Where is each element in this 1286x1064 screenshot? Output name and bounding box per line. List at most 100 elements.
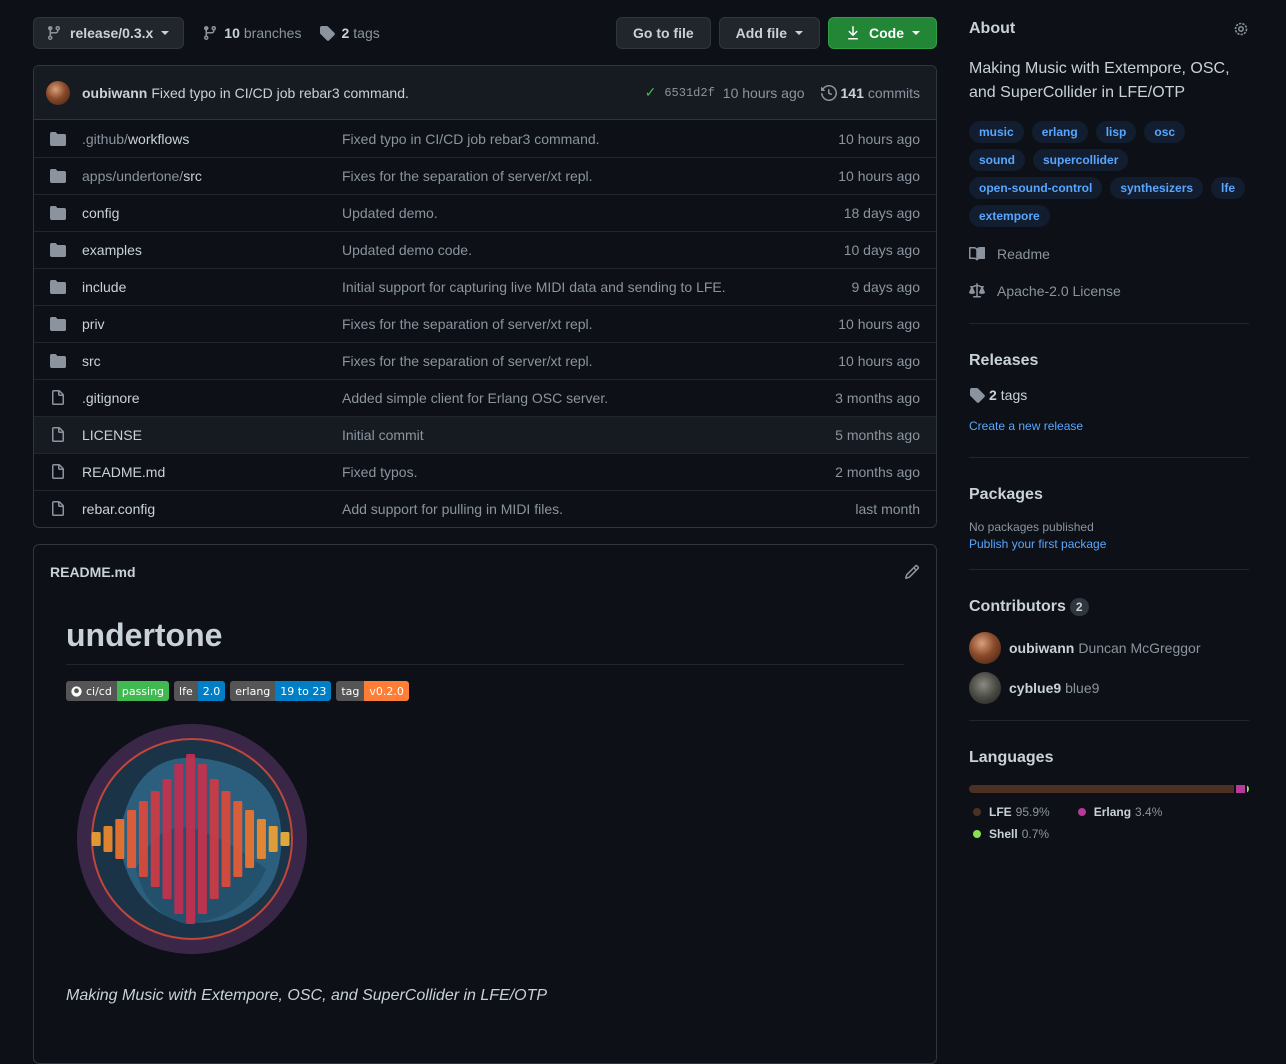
badge-value: 19 to 23 [275,681,332,701]
readme-title: undertone [66,599,904,665]
no-packages-text: No packages published [969,520,1094,534]
file-name-link[interactable]: examples [82,242,342,258]
branch-select-button[interactable]: release/0.3.x [33,17,185,49]
file-name: workflows [127,130,190,147]
status-badge[interactable]: tag v0.2.0 [336,681,409,701]
add-file-button[interactable]: Add file [718,17,820,49]
contributor-item[interactable]: cyblue9 blue9 [969,672,1249,704]
topic-tag[interactable]: synthesizers [1110,177,1204,199]
file-age: 10 hours ago [838,130,920,147]
gear-icon[interactable] [1233,21,1249,37]
readme-link[interactable]: Readme [969,243,1249,264]
language-bar-segment[interactable] [1235,785,1246,793]
language-item[interactable]: LFE 95.9% [969,801,1050,823]
file-row[interactable]: include Initial support for capturing liv… [34,268,936,305]
readme-tagline: Making Music with Extempore, OSC, and Su… [66,987,548,1004]
file-name-link[interactable]: include [82,279,342,295]
branches-link[interactable]: 10 branches [202,25,301,41]
file-row[interactable]: rebar.config Add support for pulling in M… [34,490,936,527]
commit-message[interactable]: Fixed typo in CI/CD job rebar3 command. [151,85,409,101]
folder-icon [50,206,66,220]
topic-tag[interactable]: lfe [1211,177,1246,199]
pencil-icon[interactable] [904,564,920,580]
commits-link[interactable]: 141 commits [820,85,920,101]
license-link[interactable]: Apache-2.0 License [969,280,1249,301]
file-row[interactable]: examples Updated demo code. 10 days ago [34,231,936,268]
status-badge[interactable]: lfe 2.0 [174,681,226,701]
badge-label: erlang [230,681,276,701]
language-bar-segment[interactable] [1247,785,1249,793]
file-name-link[interactable]: rebar.config [82,501,342,517]
tags-link[interactable]: 2 tags [319,25,380,41]
folder-icon [50,131,66,146]
contributor-login[interactable]: oubiwann [1009,640,1074,656]
file-name-link[interactable]: README.md [82,464,342,480]
file-commit-message[interactable]: Fixes for the separation of server/xt re… [342,168,800,184]
code-button[interactable]: Code [828,17,937,49]
code-label: Code [869,25,904,41]
publish-package-link[interactable]: Publish your first package [969,537,1249,551]
topic-tag[interactable]: open-sound-control [969,177,1103,199]
file-commit-message[interactable]: Fixes for the separation of server/xt re… [342,316,800,332]
commit-author[interactable]: oubiwann [82,85,147,101]
file-commit-message[interactable]: Fixes for the separation of server/xt re… [342,353,800,369]
topic-tag[interactable]: lisp [1095,121,1137,143]
file-row[interactable]: README.md Fixed typos. 2 months ago [34,453,936,490]
status-badge[interactable]: ci/cd passing [66,681,170,701]
file-row[interactable]: LICENSE Initial commit 5 months ago [34,416,936,453]
language-item[interactable]: Shell 0.7% [969,823,1225,845]
file-commit-message[interactable]: Updated demo. [342,205,800,221]
file-name-link[interactable]: src [82,353,342,369]
topic-tag[interactable]: music [969,121,1024,143]
chevron-down-icon [912,31,920,35]
file-row[interactable]: config Updated demo. 18 days ago [34,194,936,231]
file-row[interactable]: apps/undertone/src Fixes for the separati… [34,157,936,194]
project-logo [76,719,308,959]
go-to-file-button[interactable]: Go to file [615,17,711,49]
release-tags-link[interactable]: 2 tags [969,384,1249,405]
topic-tag[interactable]: sound [969,149,1025,171]
readme-panel: README.md undertone ci/cd passing lfe 2.0 er… [33,544,937,1064]
file-commit-message[interactable]: Added simple client for Erlang OSC serve… [342,390,800,406]
releases-heading[interactable]: Releases [969,352,1249,370]
file-name-link[interactable]: priv [82,316,342,332]
file-name-link[interactable]: .gitignore [82,390,342,406]
contributors-header[interactable]: Contributors 2 [969,598,1249,616]
file-commit-message[interactable]: Initial support for capturing live MIDI … [342,279,800,295]
language-item[interactable]: Erlang 3.4% [1074,801,1162,823]
packages-heading[interactable]: Packages [969,486,1249,504]
create-release-link[interactable]: Create a new release [969,419,1249,433]
file-name-link[interactable]: .github/workflows [82,131,342,147]
file-name-link[interactable]: apps/undertone/src [82,168,342,184]
contributor-item[interactable]: oubiwann Duncan McGreggor [969,632,1249,664]
contributor-login[interactable]: cyblue9 [1009,680,1061,696]
file-commit-message[interactable]: Fixed typo in CI/CD job rebar3 command. [342,131,800,147]
topic-tag[interactable]: erlang [1031,121,1088,143]
file-name-link[interactable]: config [82,205,342,221]
file-row[interactable]: src Fixes for the separation of server/xt… [34,342,936,379]
topic-tag[interactable]: osc [1144,121,1186,143]
status-badge[interactable]: erlang 19 to 23 [230,681,332,701]
file-commit-message[interactable]: Fixed typos. [342,464,800,480]
file-name-link[interactable]: LICENSE [82,427,342,443]
file-commit-message[interactable]: Initial commit [342,427,800,443]
topic-tag[interactable]: supercollider [1033,149,1129,171]
file-row[interactable]: .github/workflows Fixed typo in CI/CD job… [34,120,936,157]
avatar[interactable] [46,80,70,105]
file-row[interactable]: .gitignore Added simple client for Erlang… [34,379,936,416]
branches-count: 10 [224,25,240,41]
topic-tag[interactable]: extempore [969,205,1050,227]
commit-sha[interactable]: 6531d2f [664,86,714,100]
file-commit-message[interactable]: Add support for pulling in MIDI files. [342,501,800,517]
file-row[interactable]: priv Fixes for the separation of server/x… [34,305,936,342]
language-color-dot [973,830,981,838]
check-icon[interactable]: ✓ [645,84,657,101]
language-name: Erlang [1093,805,1132,819]
language-bar-segment[interactable] [969,785,1234,793]
file-commit-message[interactable]: Updated demo code. [342,242,800,258]
file-name: priv [82,316,105,332]
avatar[interactable] [969,672,1001,704]
avatar[interactable] [969,632,1001,664]
logo-wave-bar [280,832,290,846]
download-icon [848,26,858,40]
